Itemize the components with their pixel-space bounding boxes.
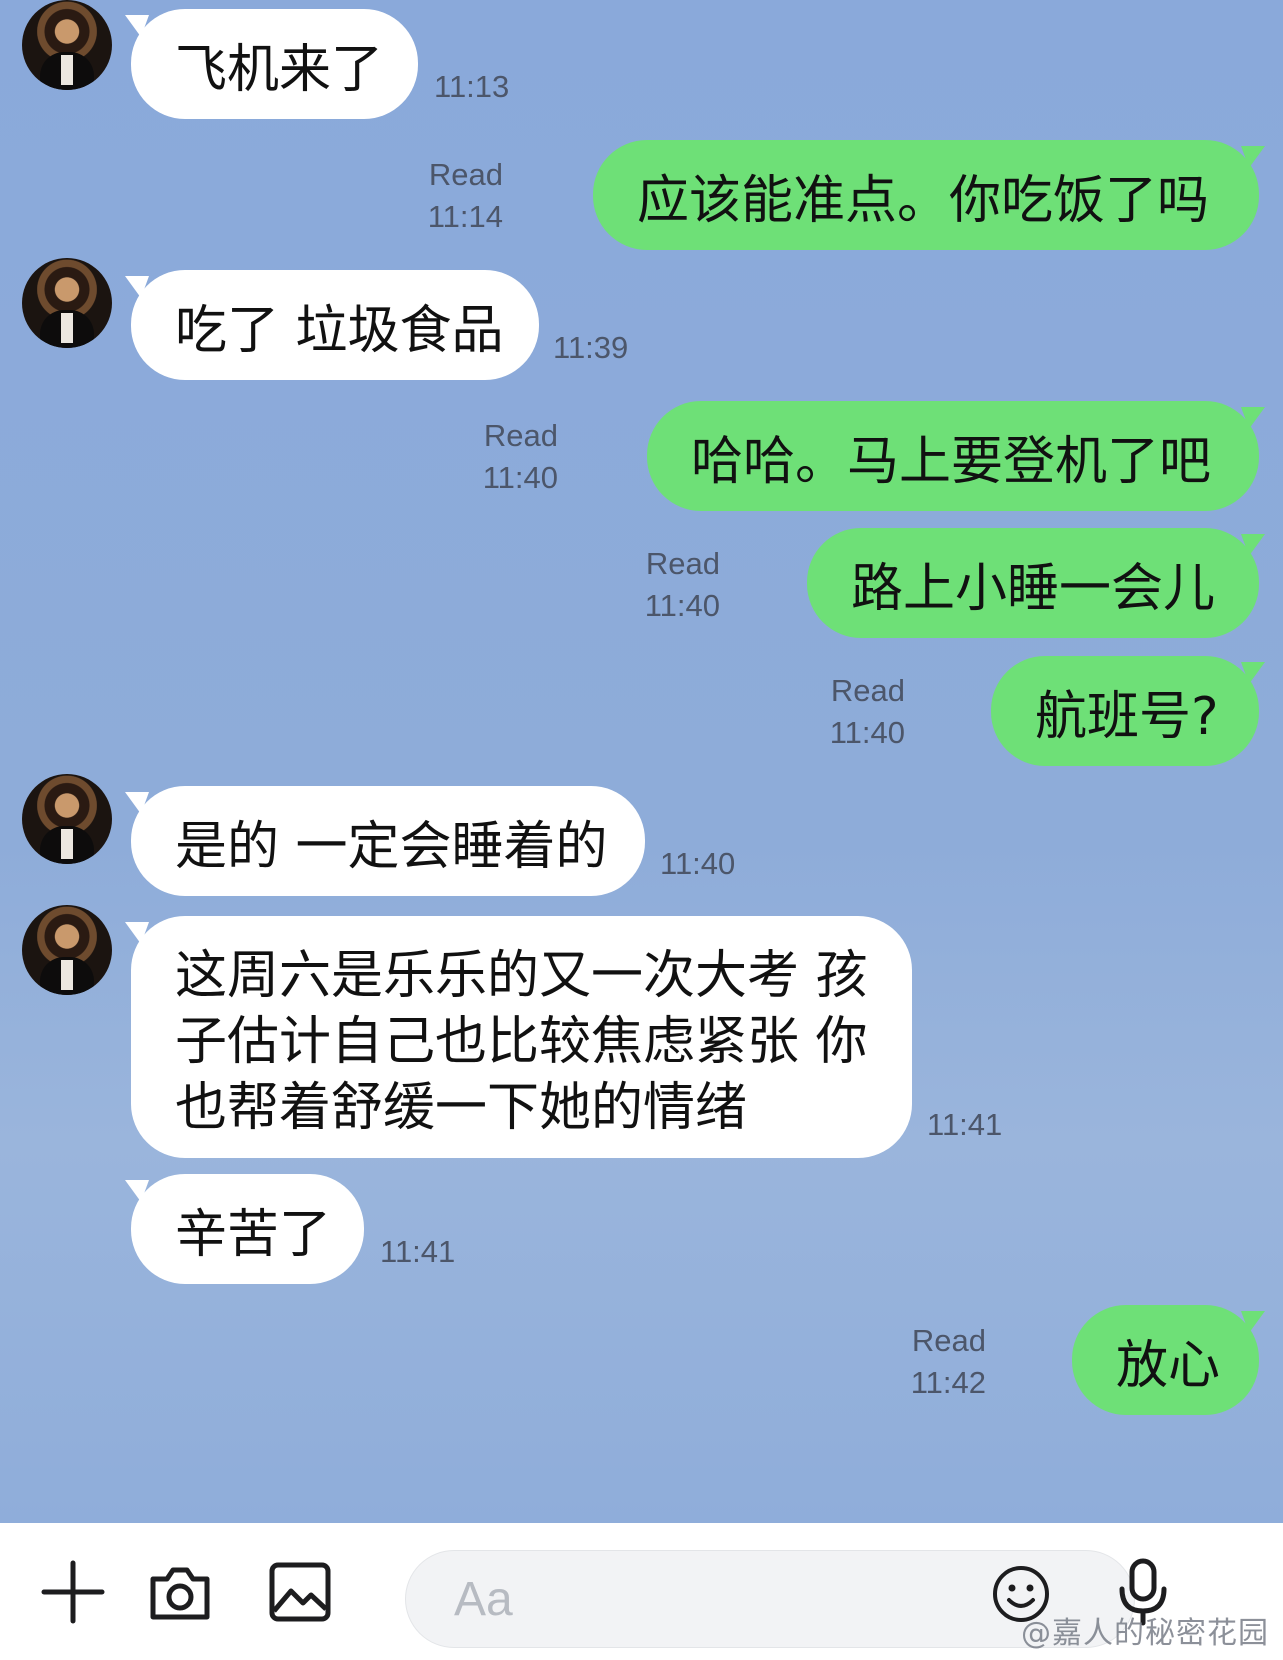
outgoing-message-bubble[interactable]: 放心 (1072, 1305, 1259, 1415)
read-receipt: Read (830, 673, 905, 708)
message-time: 11:40 (829, 715, 905, 750)
incoming-message-bubble[interactable]: 辛苦了 (131, 1174, 364, 1284)
outgoing-message-bubble[interactable]: 哈哈。马上要登机了吧 (647, 401, 1259, 511)
message-time: 11:40 (660, 846, 736, 881)
watermark: @嘉人的秘密花园 (1021, 1616, 1269, 1651)
image-icon[interactable] (265, 1557, 335, 1627)
camera-icon[interactable] (145, 1557, 215, 1627)
plus-icon[interactable] (38, 1557, 108, 1627)
message-time: 11:13 (434, 69, 510, 104)
incoming-message-bubble[interactable]: 这周六是乐乐的又一次大考 孩子估计自己也比较焦虑紧张 你也帮着舒缓一下她的情绪 (131, 916, 912, 1158)
outgoing-message-bubble[interactable]: 应该能准点。你吃饭了吗 (593, 140, 1259, 250)
contact-avatar[interactable] (22, 258, 112, 348)
message-time: 11:41 (927, 1107, 1003, 1142)
read-receipt: Read (428, 157, 503, 192)
contact-avatar[interactable] (22, 905, 112, 995)
message-time: 11:40 (644, 588, 720, 623)
outgoing-message-bubble[interactable]: 路上小睡一会儿 (807, 528, 1259, 638)
message-time: 11:40 (482, 460, 558, 495)
incoming-message-bubble[interactable]: 是的 一定会睡着的 (131, 786, 645, 896)
chat-area[interactable]: 飞机来了 11:13 Read 11:14 应该能准点。你吃饭了吗 吃了 垃圾食… (0, 0, 1283, 1523)
read-receipt: Read (911, 1323, 986, 1358)
incoming-message-bubble[interactable]: 吃了 垃圾食品 (131, 270, 539, 380)
message-time: 11:14 (427, 199, 503, 234)
message-time: 11:39 (553, 330, 629, 365)
input-toolbar: @嘉人的秘密花园 (0, 1523, 1283, 1660)
message-time: 11:41 (380, 1234, 456, 1269)
contact-avatar[interactable] (22, 0, 112, 90)
outgoing-message-bubble[interactable]: 航班号? (991, 656, 1259, 766)
read-receipt: Read (483, 418, 558, 453)
message-time: 11:42 (910, 1365, 986, 1400)
read-receipt: Read (645, 546, 720, 581)
incoming-message-bubble[interactable]: 飞机来了 (131, 9, 418, 119)
contact-avatar[interactable] (22, 774, 112, 864)
